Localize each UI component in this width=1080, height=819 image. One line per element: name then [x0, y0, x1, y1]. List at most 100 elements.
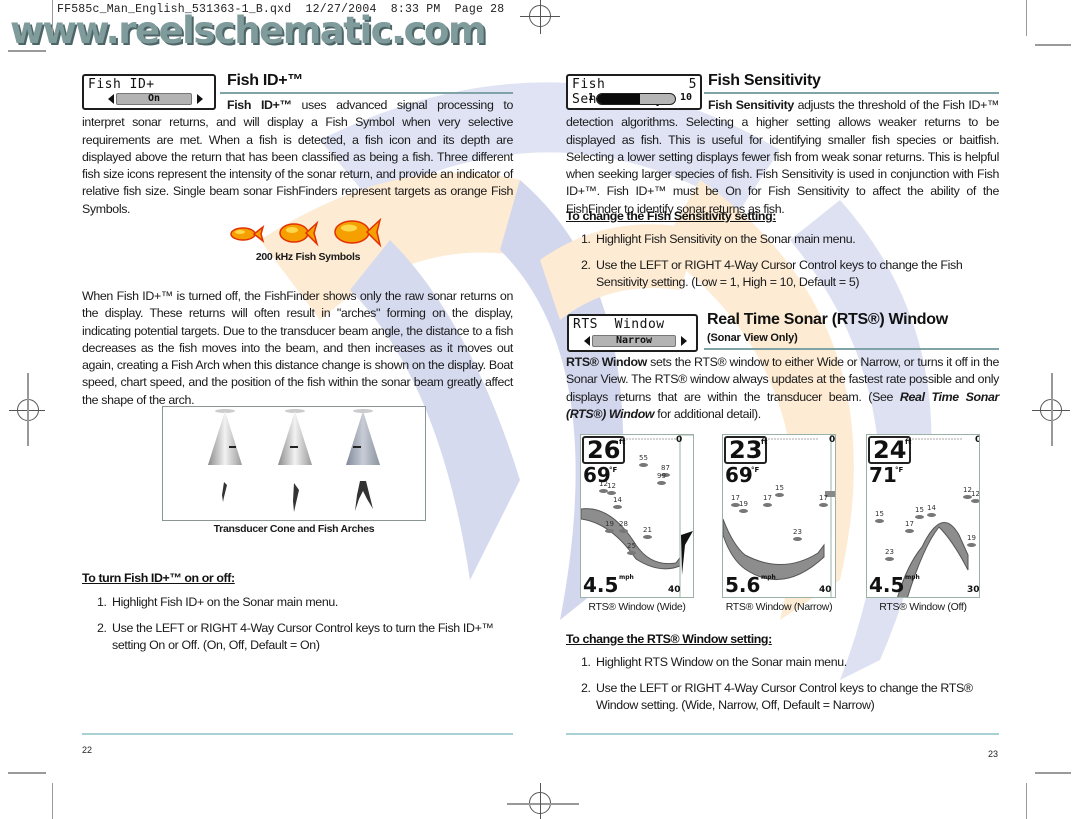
rts-window-menu-title: RTS Window	[573, 317, 665, 332]
temperature-readout: 69	[725, 463, 753, 487]
fish-depth-marker: 17	[905, 521, 914, 533]
heading-rule	[704, 348, 999, 350]
rts-column	[830, 435, 835, 597]
fish-depth-marker: 19	[605, 521, 614, 533]
rts-paragraph: RTS® Window sets the RTS® window to eith…	[566, 355, 999, 421]
transducer-cone-figure	[162, 406, 426, 521]
fish-sensitivity-step-1: 1. Highlight Fish Sensitivity on the Son…	[581, 232, 856, 246]
fish-id-menu-title: Fish ID+	[88, 77, 155, 92]
fish-depth-marker: 14	[927, 505, 936, 517]
fish-sensitivity-procedure-title: To change the Fish Sensitivity setting:	[566, 209, 776, 223]
fish-sensitivity-lead: Fish Sensitivity	[708, 98, 794, 112]
bottom-depth-scale: 30	[967, 585, 980, 595]
temperature-unit: °F	[609, 466, 618, 474]
page-number-left: 22	[82, 745, 93, 755]
rts-heading: Real Time Sonar (RTS®) Window	[707, 311, 948, 328]
rts-step-1: 1. Highlight RTS Window on the Sonar mai…	[581, 655, 847, 669]
fish-depth-marker: 12	[971, 491, 979, 503]
fish-symbol-large	[334, 217, 382, 248]
fish-depth-marker: 55	[639, 455, 648, 467]
fish-depth-marker: 25	[627, 543, 636, 555]
depth-unit: ft	[761, 438, 768, 446]
heading-rule	[704, 92, 999, 94]
fish-symbol-medium	[279, 220, 319, 247]
top-depth-scale: 0	[676, 435, 683, 445]
speed-unit: mph	[761, 574, 776, 581]
fish-symbols-caption: 200 kHz Fish Symbols	[255, 251, 361, 263]
fish-depth-marker: 21	[643, 527, 652, 539]
top-depth-scale: 0	[829, 435, 836, 445]
speed-readout: 5.6	[725, 573, 761, 597]
temperature-readout: 69	[583, 463, 611, 487]
sonar-screen-caption: RTS® Window (Narrow)	[725, 601, 833, 613]
crop-mark	[52, 783, 53, 819]
fish-depth-marker: 15	[775, 485, 784, 497]
crop-mark	[1026, 0, 1027, 36]
rts-step-2: 2. Use the LEFT or RIGHT 4-Way Cursor Co…	[581, 681, 973, 712]
temperature-unit: °F	[895, 466, 904, 474]
fish-depth-marker: 99	[657, 473, 666, 485]
rts-subheading: (Sonar View Only)	[707, 332, 798, 344]
left-arrow-icon	[584, 336, 590, 346]
heading-rule	[220, 92, 513, 94]
fish-depth-marker: 19	[967, 535, 976, 547]
fish-id-step-2: 2. Use the LEFT or RIGHT 4-Way Cursor Co…	[97, 621, 494, 652]
fish-depth-marker: 23	[793, 529, 802, 541]
crop-mark	[1035, 44, 1071, 46]
sonar-screen-caption: RTS® Window (Wide)	[588, 601, 686, 613]
fish-depth-marker: 15	[875, 511, 884, 523]
temperature-readout: 71	[869, 463, 897, 487]
cone-1	[208, 409, 242, 502]
fish-arches-paragraph: When Fish ID+™ is turned off, the FishFi…	[82, 289, 513, 407]
fish-depth-marker: 28	[619, 521, 628, 533]
depth-unit: ft	[905, 438, 912, 446]
footer-rule	[566, 733, 999, 735]
speed-unit: mph	[619, 574, 634, 581]
rts-procedure-title: To change the RTS® Window setting:	[566, 632, 772, 646]
bottom-depth-scale: 40	[668, 585, 681, 595]
top-depth-scale: 0	[975, 435, 979, 445]
fish-id-lead: Fish ID+™	[227, 98, 292, 112]
rts-lead: RTS® Window	[566, 355, 647, 369]
page-number-right: 23	[988, 749, 999, 759]
fish-depth-marker: 23	[885, 549, 894, 561]
fish-depth-marker: 17	[819, 495, 828, 507]
fish-sensitivity-paragraph: Fish Sensitivity adjusts the threshold o…	[566, 98, 1000, 216]
fish-symbols-figure	[228, 217, 388, 248]
fish-depth-marker: 14	[613, 497, 622, 509]
fish-depth-marker: 15	[915, 507, 924, 519]
rts-window-menu-box: RTS Window Narrow	[567, 314, 698, 352]
sonar-screen-caption: RTS® Window (Off)	[879, 601, 967, 613]
sonar-screen: 17 19 17 15 17 23 23 ft 69 °F 5.6 mph 0 40	[722, 434, 836, 598]
footer-rule	[82, 733, 513, 735]
site-watermark-logo: www.reelschematic.com	[10, 9, 487, 52]
cone-figure-caption: Transducer Cone and Fish Arches	[213, 523, 375, 535]
fish-depth-marker: 19	[739, 501, 748, 513]
fish-id-step-1: 1. Highlight Fish ID+ on the Sonar main …	[97, 595, 339, 609]
crop-mark	[8, 50, 46, 52]
crop-mark	[1035, 772, 1071, 774]
fish-id-paragraph: Fish ID+™ uses advanced signal processin…	[82, 98, 513, 216]
fish-id-procedure-title: To turn Fish ID+™ on or off:	[82, 571, 235, 585]
cone-3	[346, 409, 380, 511]
fish-symbol-small	[230, 224, 265, 244]
right-arrow-icon	[681, 336, 687, 346]
fish-sensitivity-step-2: 2. Use the LEFT or RIGHT 4-Way Cursor Co…	[581, 258, 963, 289]
fish-sensitivity-heading: Fish Sensitivity	[708, 72, 821, 89]
bottom-depth-scale: 40	[819, 585, 832, 595]
crop-mark	[1026, 783, 1027, 819]
rts-window-value: Narrow	[592, 335, 676, 347]
depth-unit: ft	[619, 438, 626, 446]
speed-readout: 4.5	[583, 573, 619, 597]
fish-depth-marker: 17	[763, 495, 772, 507]
crop-mark	[8, 772, 46, 774]
sonar-screen: 12 12 14 19 28 21 25 55 87 99 26 ft 69 °F 4.5 mph…	[580, 434, 694, 598]
fish-sensitivity-value: 5	[688, 77, 697, 92]
fish-id-heading: Fish ID+™	[227, 72, 303, 89]
speed-readout: 4.5	[869, 573, 905, 597]
speed-unit: mph	[905, 574, 920, 581]
temperature-unit: °F	[751, 466, 760, 474]
sonar-screen: 1515141712121923 24 ft 71 °F 4.5 mph 0 3…	[866, 434, 980, 598]
crop-mark	[52, 0, 53, 36]
cone-2	[278, 409, 312, 512]
